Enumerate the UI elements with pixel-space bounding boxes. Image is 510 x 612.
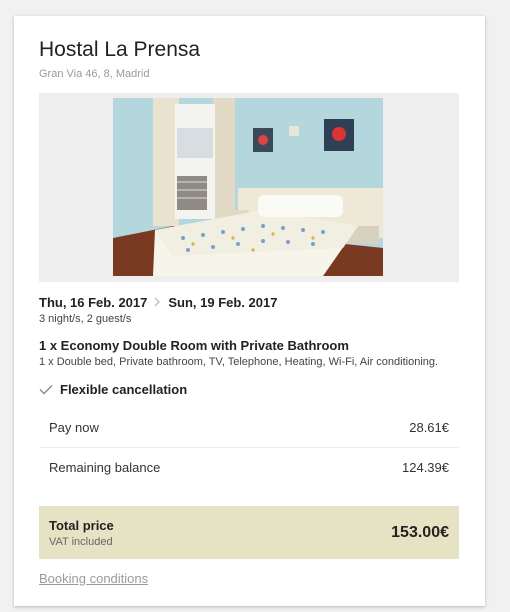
- total-label: Total price: [49, 517, 114, 533]
- cancellation-label: Flexible cancellation: [60, 382, 188, 397]
- room-features: 1 x Double bed, Private bathroom, TV, Te…: [39, 356, 439, 368]
- check-icon: [39, 385, 53, 395]
- hotel-photo-frame: [39, 93, 459, 282]
- total-label-group: Total price VAT included: [49, 518, 114, 548]
- stay-dates: Thu, 16 Feb. 2017 Sun, 19 Feb. 2017: [39, 295, 277, 310]
- remaining-balance-amount: 124.39€: [402, 460, 449, 475]
- payment-breakdown: Pay now 28.61€ Remaining balance 124.39€: [39, 408, 459, 487]
- hotel-name: Hostal La Prensa: [39, 38, 201, 61]
- pay-now-amount: 28.61€: [409, 420, 449, 435]
- remaining-balance-label: Remaining balance: [49, 460, 161, 475]
- checkin-date: Thu, 16 Feb. 2017: [39, 295, 148, 310]
- booking-conditions-link[interactable]: Booking conditions: [39, 571, 148, 586]
- remaining-balance-row: Remaining balance 124.39€: [39, 448, 459, 487]
- room-title: 1 x Economy Double Room with Private Bat…: [39, 338, 349, 353]
- stay-summary: 3 night/s, 2 guest/s: [39, 313, 132, 325]
- total-amount: 153.00€: [391, 523, 449, 541]
- booking-summary-card: Hostal La Prensa Gran Via 46, 8, Madrid: [14, 16, 485, 606]
- vat-note: VAT included: [49, 535, 113, 548]
- total-price-box: Total price VAT included 153.00€: [39, 506, 459, 559]
- hotel-address: Gran Via 46, 8, Madrid: [39, 68, 150, 80]
- flexible-cancellation: Flexible cancellation: [39, 382, 187, 397]
- room-photo: [113, 98, 383, 276]
- pay-now-row: Pay now 28.61€: [39, 408, 459, 448]
- checkout-date: Sun, 19 Feb. 2017: [168, 295, 278, 310]
- chevron-right-icon: [154, 296, 161, 310]
- pay-now-label: Pay now: [49, 420, 99, 435]
